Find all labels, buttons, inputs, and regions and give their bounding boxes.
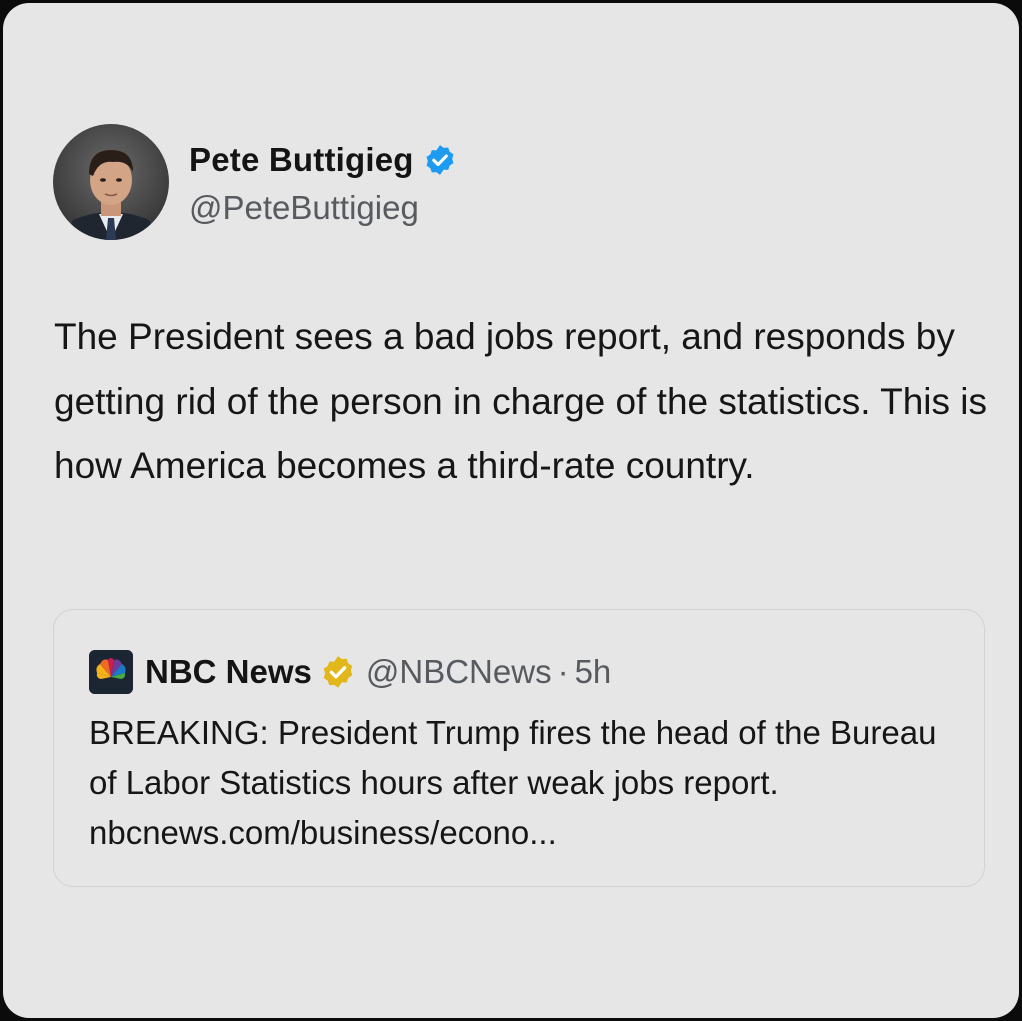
tweet-card: Pete Buttigieg @PeteButtigieg The Presid… — [3, 3, 1019, 1018]
author-name-row: Pete Buttigieg — [189, 139, 457, 181]
verified-org-badge-icon — [320, 654, 356, 690]
author-name[interactable]: Pete Buttigieg — [189, 141, 414, 179]
quoted-author-handle[interactable]: @NBCNews — [366, 653, 552, 691]
nbc-peacock-logo-icon — [89, 650, 133, 694]
author-handle[interactable]: @PeteButtigieg — [189, 189, 419, 227]
tweet-text: The President sees a bad jobs report, an… — [54, 316, 988, 486]
quoted-tweet-time[interactable]: 5h — [575, 653, 612, 691]
quoted-tweet-header: NBC News @NBCNews · 5h — [89, 649, 611, 695]
author-avatar[interactable] — [53, 124, 169, 240]
dot-separator: · — [557, 653, 569, 690]
verified-badge-icon — [423, 143, 457, 177]
avatar-photo-icon — [53, 124, 169, 240]
quoted-author-name[interactable]: NBC News — [145, 653, 312, 691]
quoted-tweet-text: BREAKING: President Trump fires the head… — [89, 714, 937, 851]
quoted-tweet[interactable]: NBC News @NBCNews · 5h BREAKING: Preside… — [53, 609, 985, 887]
